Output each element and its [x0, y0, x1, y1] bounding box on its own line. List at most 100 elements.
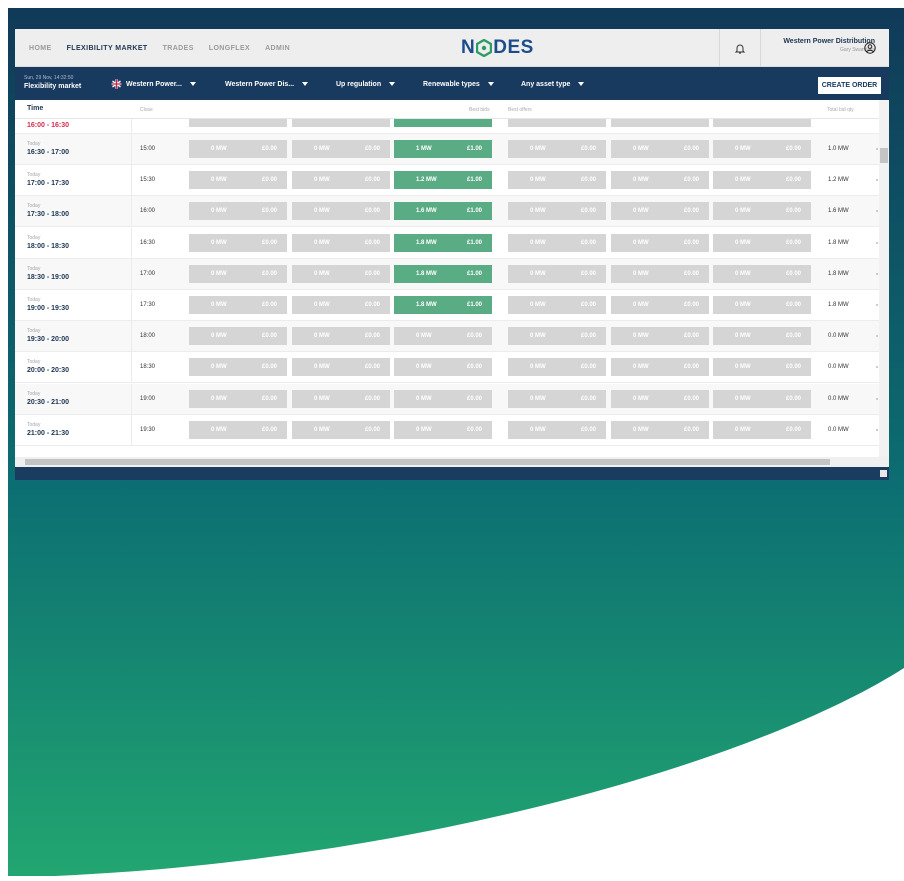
bid-cell[interactable]: 0 MW £0.00 — [292, 296, 390, 314]
table-row[interactable]: Today 19:30 - 20:00 18:00 0 MW £0.00 0 MW £0.0… — [15, 321, 879, 353]
bid-quantity: 0 MW — [314, 239, 330, 246]
user-account-icon[interactable] — [864, 42, 876, 54]
row-menu-dot[interactable] — [876, 179, 878, 182]
bid-cell[interactable]: 0 MW £0.00 — [189, 264, 287, 283]
nav-home[interactable]: HOME — [29, 45, 52, 52]
offer-cell[interactable]: 0 MW £0.00 — [508, 202, 606, 221]
offer-cell[interactable]: 0 MW £0.00 — [713, 358, 811, 377]
offer-cell[interactable]: 0 MW £0.00 — [611, 140, 709, 158]
offer-cell[interactable]: 0 MW £0.00 — [508, 420, 606, 439]
offer-cell[interactable]: 0 MW £0.00 — [611, 171, 709, 190]
table-row[interactable]: Today 21:00 - 21:30 19:30 0 MW £0.00 0 MW £0.0… — [15, 414, 879, 446]
offer-cell[interactable]: 0 MW £0.00 — [508, 264, 606, 283]
offer-cell[interactable]: 0 MW £0.00 — [611, 296, 709, 314]
horizontal-scrollbar-thumb[interactable] — [25, 459, 830, 465]
vertical-scrollbar[interactable] — [879, 100, 889, 457]
bid-cell[interactable]: 0 MW £0.00 — [189, 420, 287, 439]
regulation-filter-dropdown[interactable]: Up regulation — [336, 79, 396, 89]
offer-cell[interactable]: 0 MW £0.00 — [713, 296, 811, 314]
offer-cell[interactable]: 0 MW £0.00 — [611, 389, 709, 408]
bid-cell[interactable]: 0 MW £0.00 — [189, 171, 287, 190]
horizontal-scrollbar[interactable] — [15, 457, 889, 467]
offer-cell[interactable]: 0 MW £0.00 — [713, 327, 811, 346]
bid-cell[interactable]: 0 MW £0.00 — [292, 140, 390, 158]
offer-cell[interactable]: 0 MW £0.00 — [611, 233, 709, 252]
offer-cell[interactable]: 0 MW £0.00 — [713, 264, 811, 283]
row-menu-dot[interactable] — [876, 210, 878, 213]
market-filter-dropdown[interactable]: Western Power... — [111, 79, 196, 89]
bid-cell[interactable]: 0 MW £0.00 — [189, 233, 287, 252]
offer-cell[interactable]: 0 MW £0.00 — [713, 420, 811, 439]
row-menu-dot[interactable] — [876, 304, 878, 306]
table-row[interactable]: Today 20:00 - 20:30 18:30 0 MW £0.00 0 MW £0.0… — [15, 352, 879, 384]
table-row[interactable]: Today 18:30 - 19:00 17:00 0 MW £0.00 0 MW £0.0… — [15, 258, 879, 290]
nav-flexibility-market[interactable]: FLEXIBILITY MARKET — [67, 45, 148, 52]
bid-cell[interactable]: 0 MW £0.00 — [292, 264, 390, 283]
table-row[interactable]: Today 17:30 - 18:00 16:00 0 MW £0.00 0 MW £0.0… — [15, 196, 879, 228]
table-row[interactable]: Today 17:00 - 17:30 15:30 0 MW £0.00 0 MW £0.0… — [15, 165, 879, 197]
best-bid-cell[interactable]: 1.8 MW £1.00 — [394, 296, 492, 314]
offer-cell[interactable]: 0 MW £0.00 — [508, 233, 606, 252]
table-row[interactable]: Today 16:30 - 17:00 15:00 0 MW £0.00 0 MW £0.0… — [15, 134, 879, 165]
bid-cell[interactable]: 0 MW £0.00 — [292, 420, 390, 439]
area-filter-dropdown[interactable]: Western Power Dis... — [225, 79, 309, 89]
offer-cell[interactable]: 0 MW £0.00 — [508, 171, 606, 190]
table-row[interactable]: Today 18:00 - 18:30 16:30 0 MW £0.00 0 MW £0.0… — [15, 227, 879, 259]
best-bid-cell[interactable]: 0 MW £0.00 — [394, 327, 492, 346]
nav-admin[interactable]: ADMIN — [265, 45, 290, 52]
vertical-scrollbar-thumb[interactable] — [880, 148, 888, 163]
offer-cell[interactable]: 0 MW £0.00 — [611, 420, 709, 439]
table-row[interactable]: Today 19:00 - 19:30 17:30 0 MW £0.00 0 MW £0.0… — [15, 290, 879, 321]
bid-cell[interactable]: 0 MW £0.00 — [189, 327, 287, 346]
nodes-logo[interactable]: N DES — [461, 36, 534, 60]
best-bid-cell[interactable]: 1 MW £1.00 — [394, 140, 492, 158]
corner-button[interactable] — [880, 470, 887, 477]
bid-cell[interactable]: 0 MW £0.00 — [189, 389, 287, 408]
bid-cell[interactable]: 0 MW £0.00 — [292, 233, 390, 252]
offer-cell[interactable]: 0 MW £0.00 — [508, 389, 606, 408]
best-bid-cell[interactable]: 1.8 MW £1.00 — [394, 264, 492, 283]
best-bid-cell[interactable]: 0 MW £0.00 — [394, 389, 492, 408]
row-menu-dot[interactable] — [876, 148, 878, 150]
offer-cell[interactable]: 0 MW £0.00 — [508, 296, 606, 314]
create-order-button[interactable]: CREATE ORDER — [818, 77, 881, 94]
row-menu-dot[interactable] — [876, 241, 878, 244]
bid-cell[interactable]: 0 MW £0.00 — [292, 202, 390, 221]
row-menu-dot[interactable] — [876, 272, 878, 275]
table-row[interactable]: Today 20:30 - 21:00 19:00 0 MW £0.00 0 MW £0.0… — [15, 383, 879, 415]
offer-cell[interactable]: 0 MW £0.00 — [508, 327, 606, 346]
bid-cell[interactable]: 0 MW £0.00 — [189, 358, 287, 377]
offer-cell[interactable]: 0 MW £0.00 — [508, 358, 606, 377]
nav-longflex[interactable]: LONGFLEX — [209, 45, 250, 52]
renewable-filter-dropdown[interactable]: Renewable types — [423, 79, 494, 89]
offer-cell[interactable]: 0 MW £0.00 — [713, 202, 811, 221]
bid-cell[interactable]: 0 MW £0.00 — [189, 296, 287, 314]
bid-cell[interactable]: 0 MW £0.00 — [189, 202, 287, 221]
bid-cell[interactable]: 0 MW £0.00 — [292, 171, 390, 190]
bid-cell[interactable]: 0 MW £0.00 — [189, 140, 287, 158]
best-bid-cell[interactable]: 0 MW £0.00 — [394, 358, 492, 377]
offer-cell[interactable]: 0 MW £0.00 — [713, 389, 811, 408]
best-bid-cell[interactable]: 1.6 MW £1.00 — [394, 202, 492, 221]
row-menu-dot[interactable] — [876, 428, 878, 431]
best-bid-cell[interactable]: 1.8 MW £1.00 — [394, 233, 492, 252]
offer-cell[interactable]: 0 MW £0.00 — [611, 358, 709, 377]
offer-cell[interactable]: 0 MW £0.00 — [713, 233, 811, 252]
offer-cell[interactable]: 0 MW £0.00 — [611, 264, 709, 283]
row-menu-dot[interactable] — [876, 335, 878, 338]
best-bid-cell[interactable]: 1.2 MW £1.00 — [394, 171, 492, 190]
notifications-button[interactable] — [719, 29, 761, 67]
best-bid-cell[interactable]: 0 MW £0.00 — [394, 420, 492, 439]
offer-cell[interactable]: 0 MW £0.00 — [611, 327, 709, 346]
bid-cell[interactable]: 0 MW £0.00 — [292, 327, 390, 346]
offer-cell[interactable]: 0 MW £0.00 — [713, 140, 811, 158]
bid-cell[interactable]: 0 MW £0.00 — [292, 389, 390, 408]
offer-cell[interactable]: 0 MW £0.00 — [508, 140, 606, 158]
offer-cell[interactable]: 0 MW £0.00 — [611, 202, 709, 221]
bid-cell[interactable]: 0 MW £0.00 — [292, 358, 390, 377]
asset-type-filter-dropdown[interactable]: Any asset type — [521, 79, 585, 89]
offer-cell[interactable]: 0 MW £0.00 — [713, 171, 811, 190]
row-menu-dot[interactable] — [876, 397, 878, 400]
nav-trades[interactable]: TRADES — [163, 45, 194, 52]
row-menu-dot[interactable] — [876, 366, 878, 369]
